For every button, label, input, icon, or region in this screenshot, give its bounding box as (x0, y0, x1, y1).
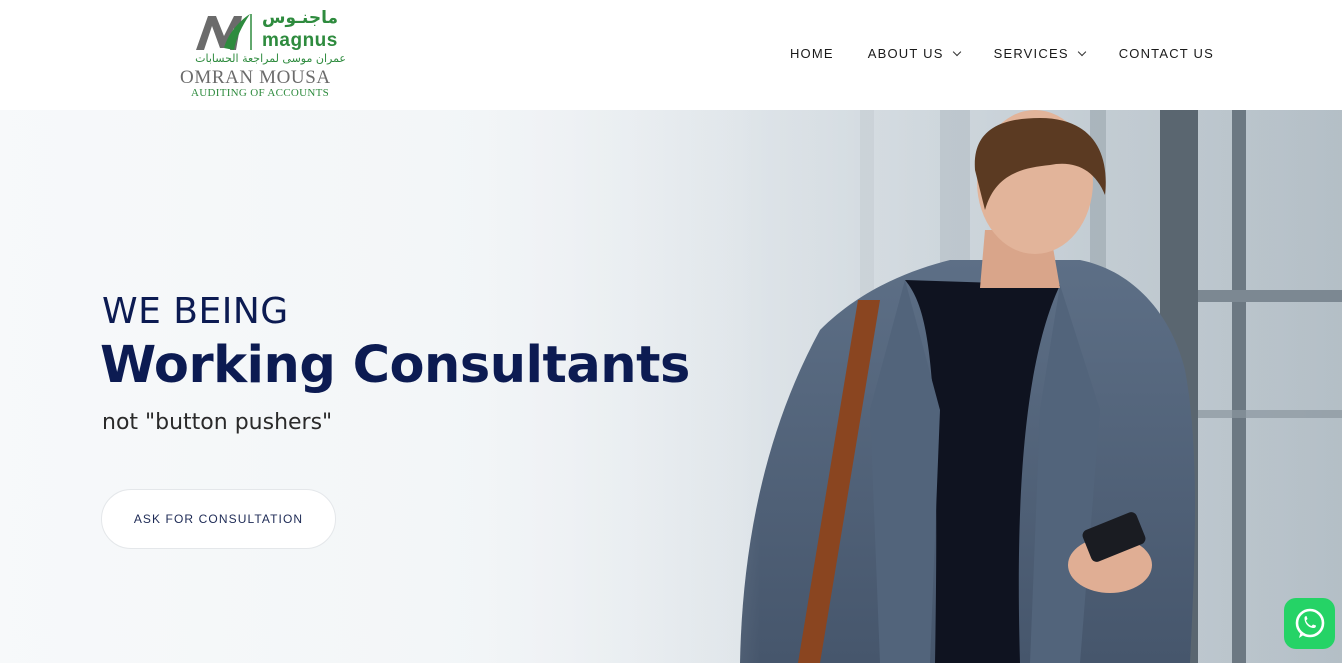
logo-tagline: AUDITING OF ACCOUNTS (191, 87, 330, 99)
chevron-down-icon (1077, 47, 1086, 56)
nav-item-home[interactable]: HOME (790, 44, 834, 62)
hero-title: Working Consultants (100, 336, 690, 395)
hero-eyebrow: WE BEING (102, 291, 289, 332)
logo-arabic-name: ماجنـوس (262, 8, 339, 28)
main-nav: HOME ABOUT US SERVICES CONTACT US (756, 44, 1214, 62)
nav-item-label: SERVICES (993, 45, 1069, 61)
logo-arabic-subtitle: عمران موسى لمراجعة الحسابات (195, 52, 346, 65)
chevron-down-icon (952, 47, 961, 56)
ask-consultation-button[interactable]: ASK FOR CONSULTATION (101, 489, 336, 549)
logo-company-name: OMRAN MOUSA (180, 67, 331, 88)
nav-item-label: ABOUT US (867, 45, 944, 61)
hero-subtitle: not "button pushers" (102, 410, 333, 435)
nav-item-contact-us[interactable]: CONTACT US (1119, 44, 1214, 62)
magnus-logo-mark-icon (196, 14, 252, 50)
nav-item-label: CONTACT US (1118, 45, 1214, 61)
nav-item-about-us[interactable]: ABOUT US (867, 44, 961, 62)
logo[interactable]: ماجنـوس magnus عمران موسى لمراجعة الحساب… (178, 8, 353, 102)
whatsapp-button[interactable] (1284, 598, 1335, 649)
site-header: ماجنـوس magnus عمران موسى لمراجعة الحساب… (0, 0, 1342, 110)
hero-section: WE BEING Working Consultants not "button… (0, 110, 1342, 663)
nav-item-services[interactable]: SERVICES (993, 44, 1086, 62)
nav-item-label: HOME (789, 45, 834, 61)
logo-english-mark: magnus (262, 30, 338, 51)
whatsapp-icon (1295, 608, 1324, 638)
